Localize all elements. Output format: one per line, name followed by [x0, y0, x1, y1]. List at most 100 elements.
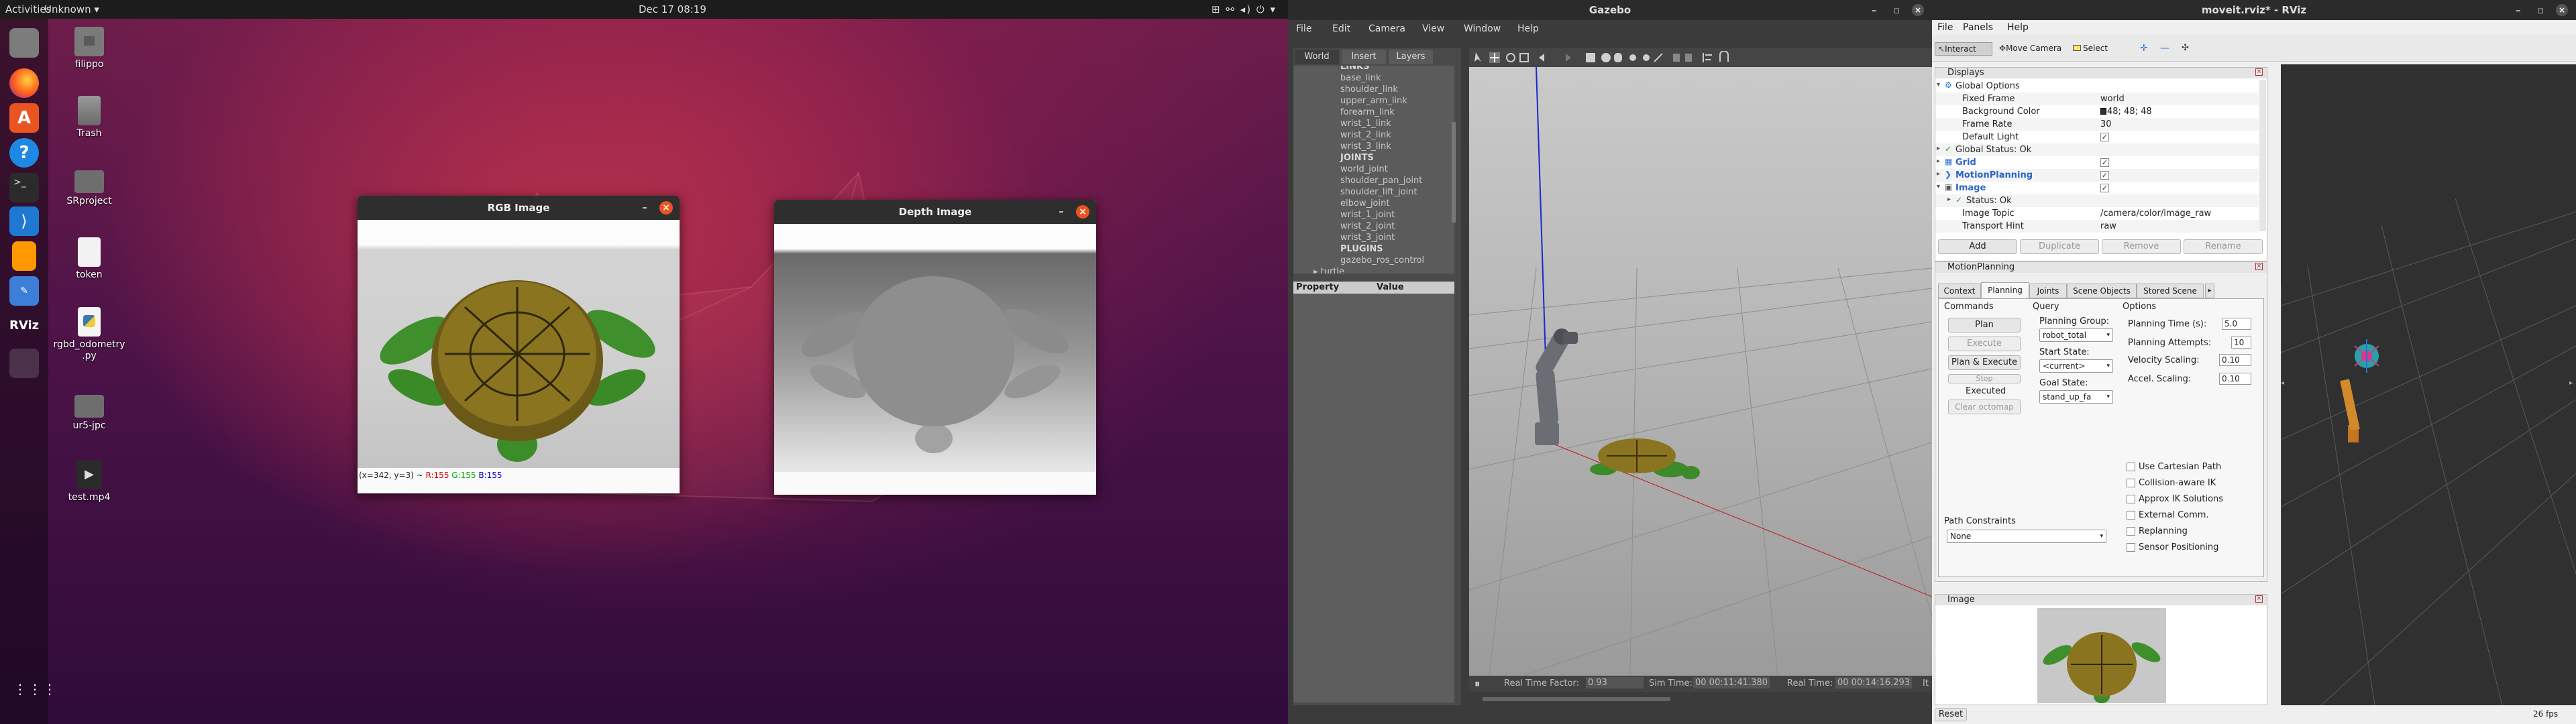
tab-layers[interactable]: Layers	[1389, 50, 1433, 64]
menu-view[interactable]: View	[1422, 23, 1444, 34]
add-display-button[interactable]: Add	[1938, 239, 2017, 254]
expand-arrow-icon[interactable]: ▾	[1937, 81, 1940, 88]
close-icon[interactable]: ×	[2255, 68, 2263, 76]
reset-button[interactable]: Reset	[1935, 708, 1967, 721]
duplicate-display-button[interactable]: Duplicate	[2020, 239, 2099, 254]
depth-image-window[interactable]: Depth Image – ×	[774, 200, 1096, 495]
display-row-name[interactable]: Fixed Frame	[1962, 94, 2015, 104]
path-constraints-select[interactable]: None ▾	[1947, 530, 2106, 543]
plan-button[interactable]: Plan	[1948, 318, 2021, 333]
tree-item[interactable]: gazebo_ros_control	[1340, 255, 1424, 265]
expand-arrow-icon[interactable]: ▸	[1937, 145, 1940, 152]
tree-item[interactable]: shoulder_link	[1340, 84, 1398, 95]
files-icon[interactable]	[9, 28, 39, 58]
display-row-value[interactable]: 48; 48; 48	[2107, 107, 2152, 117]
accel-scaling-spinbox[interactable]: 0.10	[2219, 373, 2251, 385]
tab-world[interactable]: World	[1295, 50, 1339, 64]
tab-stored-scenes[interactable]: Stored Scene	[2137, 284, 2204, 298]
menu-camera[interactable]: Camera	[1368, 23, 1405, 34]
tree-item[interactable]: shoulder_lift_joint	[1340, 187, 1417, 197]
interact-tool[interactable]: ↖Interact	[1935, 42, 1992, 56]
displays-scrollbar[interactable]	[2259, 80, 2266, 231]
display-row-name[interactable]: Grid	[1955, 158, 1976, 168]
tree-item[interactable]: world_joint	[1340, 164, 1388, 174]
display-row-name[interactable]: Status: Ok	[1966, 196, 2012, 206]
tree-scrollbar[interactable]	[1452, 122, 1456, 223]
close-icon[interactable]: ×	[659, 201, 673, 215]
display-row-value[interactable]: raw	[2100, 221, 2116, 231]
menu-panels[interactable]: Panels	[1963, 22, 1993, 33]
apps-grid-icon[interactable]: ⋮⋮⋮	[13, 682, 56, 696]
tree-item[interactable]: ▸ turtle	[1313, 267, 1344, 274]
display-row-name[interactable]: Image Topic	[1962, 208, 2015, 219]
app-menu[interactable]: Unknown ▾	[44, 3, 99, 15]
display-row-value[interactable]: /camera/color/image_raw	[2100, 208, 2211, 219]
stop-button[interactable]: Stop	[1948, 374, 2021, 383]
tree-item[interactable]: wrist_1_joint	[1340, 210, 1395, 220]
remove-display-button[interactable]: Remove	[2102, 239, 2181, 254]
close-icon[interactable]: ×	[2255, 263, 2263, 270]
display-row-value[interactable]: 30	[2100, 119, 2112, 129]
tree-item[interactable]: wrist_2_link	[1340, 130, 1391, 140]
option-checkbox[interactable]	[2127, 479, 2135, 487]
rename-display-button[interactable]: Rename	[2184, 239, 2263, 254]
desktop-icon-srproject[interactable]: SRproject	[49, 165, 129, 207]
goal-state-select[interactable]: stand_up_fa ▾	[2039, 390, 2113, 404]
display-row-name[interactable]: Background Color	[1962, 107, 2040, 117]
tree-item[interactable]: wrist_3_joint	[1340, 233, 1395, 243]
expand-arrow-icon[interactable]: ▸	[1947, 196, 1951, 203]
system-tray[interactable]: ⊞ ⚯ ◂) ⏻ ▾	[1212, 3, 1277, 15]
rviz-window[interactable]: moveit.rviz* - RViz – ▫ × File Panels He…	[1932, 0, 2576, 724]
display-row-name[interactable]: Global Status: Ok	[1955, 145, 2031, 155]
tree-item[interactable]: elbow_joint	[1340, 198, 1389, 208]
display-row-name[interactable]: Global Options	[1955, 81, 2020, 91]
desktop-icon-test-mp4[interactable]: ▶ test.mp4	[49, 460, 129, 503]
enable-checkbox[interactable]: ✓	[2100, 133, 2109, 141]
planning-time-spinbox[interactable]: 5.0	[2222, 318, 2251, 330]
minimize-icon[interactable]: –	[1055, 205, 1068, 219]
desktop-icon-trash[interactable]: Trash	[49, 96, 129, 139]
minimize-icon[interactable]: –	[638, 201, 651, 215]
display-row-name[interactable]: Frame Rate	[1962, 119, 2012, 129]
text-editor-icon[interactable]: ✎	[9, 276, 39, 306]
rviz-icon[interactable]: RViz	[9, 311, 39, 341]
desktop-icon-token[interactable]: token	[49, 237, 129, 281]
rviz-3d-view[interactable]: ◂ ▸	[2281, 64, 2576, 705]
enable-checkbox[interactable]: ✓	[2100, 184, 2109, 192]
model-tree[interactable]: LINKS base_link shoulder_link upper_arm_lin…	[1293, 66, 1454, 274]
rgb-image-view[interactable]	[358, 220, 680, 468]
start-state-select[interactable]: <current> ▾	[2039, 359, 2113, 373]
close-icon[interactable]: ×	[1912, 4, 1924, 16]
menu-help[interactable]: Help	[1517, 23, 1539, 34]
color-swatch[interactable]	[2100, 108, 2106, 115]
menu-file[interactable]: File	[1937, 22, 1953, 33]
menu-help[interactable]: Help	[2007, 22, 2029, 33]
gazebo-scrollbar[interactable]	[1483, 697, 1670, 701]
expand-arrow-icon[interactable]: ▾	[1937, 183, 1940, 190]
displays-tree[interactable]: ▾ ⚙ Global Options Fixed Frame world Backgrou…	[1935, 80, 2259, 233]
pause-button[interactable]: ⏸	[1474, 677, 1480, 690]
tree-item[interactable]: wrist_2_joint	[1340, 221, 1395, 231]
vscode-icon[interactable]: ⟩	[9, 206, 39, 236]
image-display[interactable]	[2037, 608, 2166, 703]
left-view-handle[interactable]: ◂	[2281, 379, 2284, 387]
display-row-name[interactable]: MotionPlanning	[1955, 170, 2033, 180]
option-checkbox[interactable]	[2127, 543, 2135, 552]
measure-icon[interactable]: —	[2160, 43, 2169, 54]
tree-item[interactable]: wrist_3_link	[1340, 141, 1391, 152]
close-icon[interactable]: ×	[2255, 595, 2263, 603]
display-row-name[interactable]: Default Light	[1962, 132, 2019, 142]
tab-planning[interactable]: Planning	[1981, 282, 2029, 298]
minimize-icon[interactable]: –	[2516, 0, 2521, 20]
option-checkbox[interactable]	[2127, 527, 2135, 536]
tab-scene-objects[interactable]: Scene Objects	[2067, 284, 2137, 298]
select-tool[interactable]: Select	[2070, 42, 2117, 56]
firefox-icon[interactable]	[9, 68, 39, 98]
expand-arrow-icon[interactable]: ▸	[1937, 170, 1940, 178]
option-checkbox[interactable]	[2127, 511, 2135, 520]
expand-arrow-icon[interactable]: ▸	[1937, 158, 1940, 165]
enable-checkbox[interactable]: ✓	[2100, 171, 2109, 180]
tab-context[interactable]: Context	[1938, 284, 1981, 298]
tool-options-icon[interactable]: ✣	[2182, 43, 2189, 53]
tree-item[interactable]: forearm_link	[1340, 107, 1395, 117]
